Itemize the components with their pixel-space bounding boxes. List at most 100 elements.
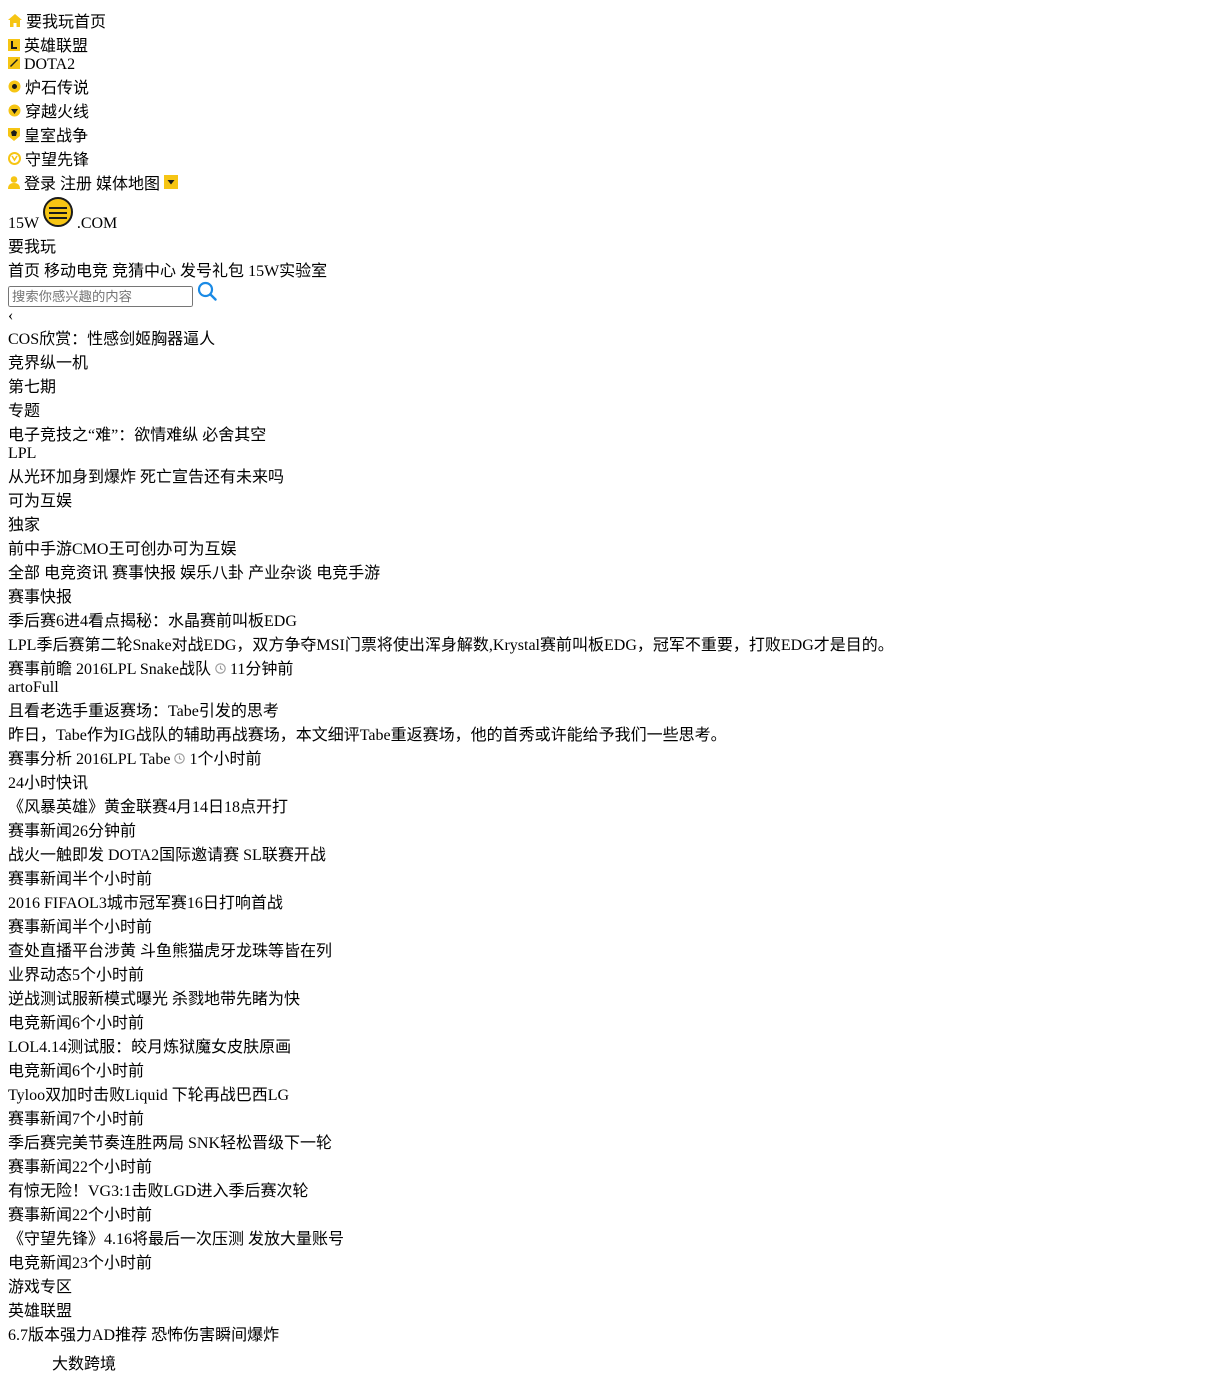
news-time: 6个小时前 — [72, 1063, 145, 1080]
news-category[interactable]: 赛事新闻 — [8, 919, 72, 936]
article-tag[interactable]: 2016LPL — [76, 661, 136, 678]
news-time: 22个小时前 — [72, 1159, 153, 1176]
article-tag[interactable]: 赛事分析 — [8, 751, 72, 768]
news-title[interactable]: 《风暴英雄》黄金联赛4月14日18点开打 — [8, 793, 1218, 817]
news-time: 半个小时前 — [72, 919, 153, 936]
topbar-lol[interactable]: 英雄联盟 — [8, 32, 1218, 56]
exclusive-badge: 独家 — [8, 517, 41, 534]
featured-caption: 前中手游CMO王可创办可为互娱 — [8, 541, 237, 558]
news-title[interactable]: 查处直播平台涉黄 斗鱼熊猫虎牙龙珠等皆在列 — [8, 937, 1218, 961]
topbar-label: 要我玩首页 — [26, 14, 107, 31]
topic-issue: 第七期 — [8, 379, 57, 396]
news-title[interactable]: 《守望先锋》4.16将最后一次压测 发放大量账号 — [8, 1225, 1218, 1249]
topic-banner: 竞界纵一机 — [8, 355, 89, 372]
top-bar: 要我玩首页 英雄联盟 DOTA2 炉石传说 穿越火线 皇室战争 守望先锋 登录 … — [8, 8, 1218, 194]
news-item[interactable]: 《守望先锋》4.16将最后一次压测 发放大量账号 电竞新闻23个小时前 — [8, 1225, 1218, 1273]
article-title[interactable]: 且看老选手重返赛场：Tabe引发的思考 — [8, 697, 1218, 721]
tab-mobile-esports[interactable]: 电竞手游 — [316, 565, 380, 582]
tab-entertainment[interactable]: 娱乐八卦 — [180, 565, 244, 582]
news-category[interactable]: 电竞新闻 — [8, 1015, 72, 1032]
news-category[interactable]: 赛事新闻 — [8, 1111, 72, 1128]
news-item[interactable]: LOL4.14测试服：皎月炼狱魔女皮肤原画 电竞新闻6个小时前 — [8, 1033, 1218, 1081]
featured-caption: 从光环加身到爆炸 死亡宣告还有未来吗 — [8, 469, 285, 486]
news-title[interactable]: Tyloo双加时击败Liquid 下轮再战巴西LG — [8, 1081, 1218, 1105]
news-item[interactable]: 季后赛完美节奏连胜两局 SNK轻松晋级下一轮 赛事新闻22个小时前 — [8, 1129, 1218, 1177]
news-title[interactable]: 季后赛完美节奏连胜两局 SNK轻松晋级下一轮 — [8, 1129, 1218, 1153]
news-item[interactable]: 有惊无险！VG3:1击败LGD进入季后赛次轮 赛事新闻22个小时前 — [8, 1177, 1218, 1225]
site-logo[interactable]: 15W .COM 要我玩 — [8, 194, 1218, 257]
logo-mark: 15W .COM — [8, 194, 1218, 233]
watermark: 大数跨境 — [8, 1345, 1218, 1374]
article-item[interactable]: 季后赛6进4看点揭秘：水晶赛前叫板EDG LPL季后赛第二轮Snake对战EDG… — [8, 607, 1218, 679]
hero-slider[interactable]: ‹ COS欣赏：性感剑姬胸器逼人 — [8, 307, 1218, 349]
news-title[interactable]: 战火一触即发 DOTA2国际邀请赛 SL联赛开战 — [8, 841, 1218, 865]
game-zone-card[interactable]: 英雄联盟 6.7版本强力AD推荐 恐怖伤害瞬间爆炸 — [8, 1297, 1218, 1345]
clock-icon — [174, 751, 186, 768]
news-item[interactable]: 逆战测试服新模式曝光 杀戮地带先睹为快 电竞新闻6个小时前 — [8, 985, 1218, 1033]
topbar-label: 皇室战争 — [24, 128, 89, 145]
search-input[interactable] — [8, 286, 193, 307]
featured-lpl-card[interactable]: LPL 从光环加身到爆炸 死亡宣告还有未来吗 — [8, 445, 1218, 487]
slider-caption[interactable]: COS欣赏：性感剑姬胸器逼人 — [8, 325, 1218, 349]
news-meta: 赛事新闻22个小时前 — [8, 1153, 1218, 1177]
nav-gift-codes[interactable]: 发号礼包 — [180, 263, 244, 280]
article-tag[interactable]: Snake战队 — [140, 661, 211, 678]
article-meta: 赛事前瞻 2016LPL Snake战队 11分钟前 — [8, 655, 1218, 679]
tab-esports-news[interactable]: 电竞资讯 — [44, 565, 108, 582]
news-item[interactable]: 《风暴英雄》黄金联赛4月14日18点开打 赛事新闻26分钟前 — [8, 793, 1218, 841]
article-tag[interactable]: 赛事前瞻 — [8, 661, 72, 678]
topbar-hearthstone[interactable]: 炉石传说 — [8, 74, 1218, 98]
topbar-clash-royale[interactable]: 皇室战争 — [8, 122, 1218, 146]
topbar-label: 炉石传说 — [25, 80, 90, 97]
tab-all[interactable]: 全部 — [8, 565, 40, 582]
nav-betting[interactable]: 竞猜中心 — [112, 263, 176, 280]
nav-15w-lab[interactable]: 15W实验室 — [248, 263, 327, 280]
nav-mobile-esports[interactable]: 移动电竞 — [44, 263, 108, 280]
news-item[interactable]: 战火一触即发 DOTA2国际邀请赛 SL联赛开战 赛事新闻半个小时前 — [8, 841, 1218, 889]
news-time: 6个小时前 — [72, 1015, 145, 1032]
news-category[interactable]: 赛事新闻 — [8, 1159, 72, 1176]
logo-text: 15W — [8, 215, 39, 232]
article-time: 11分钟前 — [215, 661, 293, 678]
news-category[interactable]: 电竞新闻 — [8, 1063, 72, 1080]
article-tag[interactable]: Tabe — [140, 751, 171, 768]
news-item[interactable]: 查处直播平台涉黄 斗鱼熊猫虎牙龙珠等皆在列 业界动态5个小时前 — [8, 937, 1218, 985]
news-category[interactable]: 赛事新闻 — [8, 823, 72, 840]
fist-icon — [42, 197, 77, 232]
article-title[interactable]: 季后赛6进4看点揭秘：水晶赛前叫板EDG — [8, 607, 1218, 631]
featured-caption: 电子竞技之“难”：欲情难纵 必舍其空 — [8, 427, 267, 444]
tab-match-report[interactable]: 赛事快报 — [112, 565, 176, 582]
news-title[interactable]: 逆战测试服新模式曝光 杀戮地带先睹为快 — [8, 985, 1218, 1009]
article-tag[interactable]: 2016LPL — [76, 751, 136, 768]
news-title[interactable]: 有惊无险！VG3:1击败LGD进入季后赛次轮 — [8, 1177, 1218, 1201]
news-category[interactable]: 赛事新闻 — [8, 1207, 72, 1224]
search-icon[interactable] — [197, 281, 217, 305]
news-category[interactable]: 赛事新闻 — [8, 871, 72, 888]
news-title[interactable]: LOL4.14测试服：皎月炼狱魔女皮肤原画 — [8, 1033, 1218, 1057]
chevron-left-icon[interactable]: ‹ — [8, 307, 13, 324]
lol-logo[interactable]: 英雄联盟 — [8, 1297, 1218, 1321]
article-item[interactable]: artoFull 且看老选手重返赛场：Tabe引发的思考 昨日，Tabe作为IG… — [8, 679, 1218, 769]
topbar-home[interactable]: 要我玩首页 — [8, 8, 1218, 32]
tab-industry[interactable]: 产业杂谈 — [248, 565, 312, 582]
news-title[interactable]: 2016 FIFAOL3城市冠军赛16日打响首战 — [8, 889, 1218, 913]
news-item[interactable]: 2016 FIFAOL3城市冠军赛16日打响首战 赛事新闻半个小时前 — [8, 889, 1218, 937]
login-link[interactable]: 登录 — [8, 176, 60, 193]
news-item[interactable]: Tyloo双加时击败Liquid 下轮再战巴西LG 赛事新闻7个小时前 — [8, 1081, 1218, 1129]
topbar-dota2[interactable]: DOTA2 — [8, 56, 1218, 74]
media-map-dropdown[interactable]: 媒体地图 — [96, 175, 179, 193]
article-summary: LPL季后赛第二轮Snake对战EDG，双方争夺MSI门票将使出浑身解数,Kry… — [8, 637, 894, 654]
logo-slogan: 要我玩 — [8, 239, 57, 256]
topbar-crossfire[interactable]: 穿越火线 — [8, 98, 1218, 122]
topbar-label: DOTA2 — [24, 56, 76, 73]
featured-topic-card[interactable]: 竞界纵一机 第七期 专题 电子竞技之“难”：欲情难纵 必舍其空 — [8, 349, 1218, 445]
article-thumbnail[interactable]: artoFull — [8, 679, 1218, 697]
topbar-overwatch[interactable]: 守望先锋 — [8, 146, 1218, 170]
featured-exclusive-card[interactable]: 可为互娱 独家 前中手游CMO王可创办可为互娱 — [8, 487, 1218, 559]
nav-home[interactable]: 首页 — [8, 263, 40, 280]
register-link[interactable]: 注册 — [60, 176, 92, 193]
news-time: 5个小时前 — [72, 967, 145, 984]
news-category[interactable]: 电竞新闻 — [8, 1255, 72, 1272]
news-category[interactable]: 业界动态 — [8, 967, 72, 984]
game-zone-article-title[interactable]: 6.7版本强力AD推荐 恐怖伤害瞬间爆炸 — [8, 1321, 1218, 1345]
